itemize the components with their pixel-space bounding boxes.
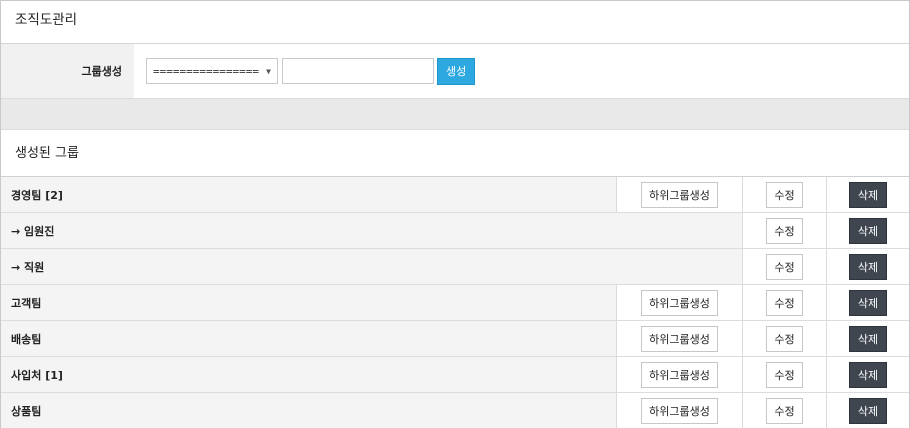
edit-group-button[interactable]: 수정: [766, 289, 803, 316]
edit-cell: 수정: [742, 249, 826, 284]
group-name: 배송팀: [11, 332, 42, 346]
create-subgroup-button[interactable]: 하위그룹생성: [641, 181, 718, 208]
edit-group-button[interactable]: 수정: [766, 253, 803, 280]
page-title: 조직도관리: [1, 1, 909, 44]
parent-group-select[interactable]: ================ ▼: [146, 58, 278, 84]
delete-cell: 삭제: [826, 321, 909, 356]
sub-group-cell: 하위그룹생성: [616, 321, 742, 356]
edit-group-button[interactable]: 수정: [766, 325, 803, 352]
edit-group-button[interactable]: 수정: [766, 397, 803, 424]
group-name: → 임원진: [11, 224, 55, 238]
org-chart-panel: 조직도관리 그룹생성 ================ ▼ 생성 생성된 그룹 …: [0, 0, 910, 428]
group-list: 경영팀 [2] 하위그룹생성 수정 삭제 → 임원진 수정 삭제 → 직원 수정 삭제 고객팀 하위그…: [1, 177, 909, 428]
group-row: 상품팀 하위그룹생성 수정 삭제: [1, 393, 909, 428]
group-name: 사입처 [1]: [11, 368, 63, 382]
delete-cell: 삭제: [826, 177, 909, 212]
edit-group-button[interactable]: 수정: [766, 361, 803, 388]
delete-group-button[interactable]: 삭제: [848, 361, 888, 388]
group-row: → 임원진 수정 삭제: [1, 213, 909, 249]
section-title: 생성된 그룹: [1, 130, 909, 177]
delete-group-button[interactable]: 삭제: [848, 325, 888, 352]
edit-cell: 수정: [742, 321, 826, 356]
delete-group-button[interactable]: 삭제: [848, 289, 888, 316]
parent-group-select-value: ================: [153, 64, 259, 78]
group-row: 경영팀 [2] 하위그룹생성 수정 삭제: [1, 177, 909, 213]
delete-cell: 삭제: [826, 213, 909, 248]
group-row: 사입처 [1] 하위그룹생성 수정 삭제: [1, 357, 909, 393]
sub-group-cell: 하위그룹생성: [616, 357, 742, 392]
edit-cell: 수정: [742, 357, 826, 392]
sub-group-cell: 하위그룹생성: [616, 177, 742, 212]
delete-group-button[interactable]: 삭제: [848, 217, 888, 244]
edit-cell: 수정: [742, 285, 826, 320]
edit-cell: 수정: [742, 213, 826, 248]
group-row: → 직원 수정 삭제: [1, 249, 909, 285]
delete-group-button[interactable]: 삭제: [848, 253, 888, 280]
create-subgroup-button[interactable]: 하위그룹생성: [641, 361, 718, 388]
edit-cell: 수정: [742, 393, 826, 428]
create-subgroup-button[interactable]: 하위그룹생성: [641, 397, 718, 424]
delete-cell: 삭제: [826, 393, 909, 428]
sub-group-cell: 하위그룹생성: [616, 285, 742, 320]
delete-cell: 삭제: [826, 285, 909, 320]
group-name: 고객팀: [11, 296, 42, 310]
create-subgroup-button[interactable]: 하위그룹생성: [641, 325, 718, 352]
group-create-controls: ================ ▼ 생성: [134, 44, 909, 98]
group-name-input[interactable]: [282, 58, 434, 84]
group-row: 배송팀 하위그룹생성 수정 삭제: [1, 321, 909, 357]
group-row: 고객팀 하위그룹생성 수정 삭제: [1, 285, 909, 321]
delete-group-button[interactable]: 삭제: [848, 181, 888, 208]
create-subgroup-button[interactable]: 하위그룹생성: [641, 289, 718, 316]
group-name: → 직원: [11, 260, 45, 274]
chevron-down-icon: ▼: [266, 66, 271, 76]
group-name: 경영팀 [2]: [11, 188, 63, 202]
delete-cell: 삭제: [826, 357, 909, 392]
group-create-row: 그룹생성 ================ ▼ 생성: [1, 44, 909, 99]
delete-cell: 삭제: [826, 249, 909, 284]
group-name: 상품팀: [11, 404, 42, 418]
edit-group-button[interactable]: 수정: [766, 217, 803, 244]
divider-band: [1, 99, 909, 130]
group-create-label: 그룹생성: [1, 44, 134, 98]
sub-group-cell: 하위그룹생성: [616, 393, 742, 428]
create-group-button[interactable]: 생성: [437, 57, 476, 85]
edit-cell: 수정: [742, 177, 826, 212]
edit-group-button[interactable]: 수정: [766, 181, 803, 208]
delete-group-button[interactable]: 삭제: [848, 397, 888, 424]
